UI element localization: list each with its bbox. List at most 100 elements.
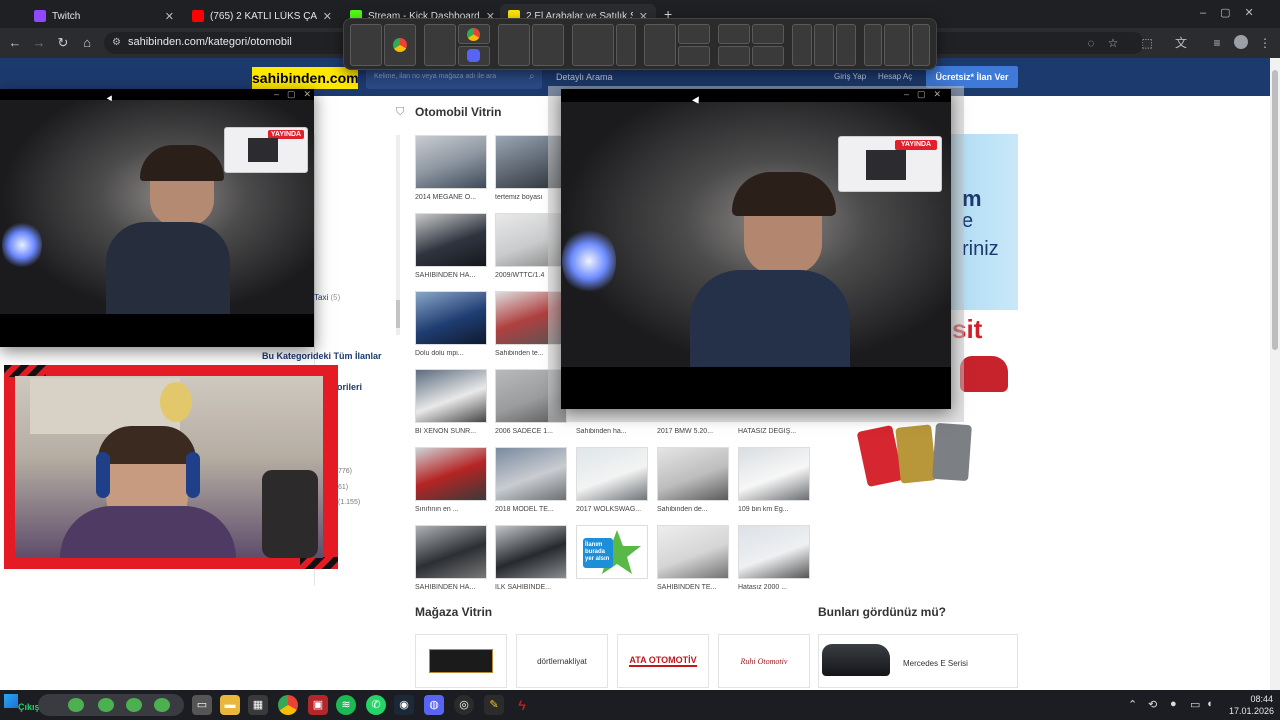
snap-zone[interactable] [424, 24, 456, 66]
all-listings-link[interactable]: Bu Kategorideki Tüm İlanlar [262, 351, 382, 361]
snap-zone[interactable] [644, 24, 676, 66]
category-scroll-thumb[interactable] [396, 300, 400, 328]
listing-item[interactable]: Bİ XENON SUNR... [415, 369, 491, 435]
file-explorer-icon[interactable]: ▬ [220, 695, 240, 715]
chevron-up-icon[interactable]: ⌃ [1128, 698, 1137, 711]
post-ad-button[interactable]: Ücretsiz* İlan Ver [926, 66, 1018, 88]
yayinda-badge: YAYINDA [895, 140, 937, 150]
listing-item[interactable]: SAHİBİNDEN TE... [657, 525, 733, 591]
register-link[interactable]: Hesap Aç [878, 72, 912, 81]
snap-zone[interactable] [678, 46, 710, 66]
snap-zone[interactable] [718, 46, 750, 66]
close-icon[interactable]: ✕ [165, 10, 174, 23]
store-logo: dörtlernakliyat [537, 656, 587, 666]
extensions-icon[interactable]: ⬚ [1140, 36, 1154, 50]
category-taxi[interactable]: Taxi (5) [314, 293, 340, 302]
obs-icon[interactable]: ◎ [454, 695, 474, 715]
spotify-icon[interactable]: ≋ [336, 695, 356, 715]
store-card[interactable]: ATA OTOMOTİV [617, 634, 709, 688]
url-text[interactable]: sahibinden.com/kategori/otomobil [128, 36, 292, 48]
snap-zone[interactable] [912, 24, 930, 66]
listing-title: 2018 MODEL TE... [495, 506, 554, 513]
listing-item[interactable]: SAHİBİNDEN HA... [415, 213, 491, 279]
lightning-app-icon[interactable]: ϟ [512, 695, 532, 715]
whatsapp-icon[interactable]: ✆ [366, 695, 386, 715]
site-info-icon[interactable]: ⚙ [112, 37, 121, 48]
listing-item[interactable]: 2018 MODEL TE... [495, 447, 571, 513]
chair [262, 470, 318, 558]
snap-zone[interactable] [884, 24, 910, 66]
search-icon[interactable]: ⌕ [529, 71, 535, 82]
snap-zone[interactable] [752, 46, 784, 66]
filter-icon[interactable]: ⛉ [396, 106, 404, 119]
snap-zone[interactable] [532, 24, 564, 66]
category-count: (5) [330, 293, 341, 302]
snap-zone[interactable] [350, 24, 382, 66]
microphone-icon[interactable]: ● [1170, 698, 1177, 710]
display-icon[interactable]: ▭ [1190, 698, 1200, 711]
listing-item[interactable]: Sahibinden de... [657, 447, 733, 513]
snap-zone[interactable] [752, 24, 784, 44]
bookmark-star-icon[interactable]: ☆ [1106, 36, 1120, 50]
discord-icon[interactable]: ◍ [424, 695, 444, 715]
snap-zone[interactable] [498, 24, 530, 66]
close-icon[interactable]: ✕ [323, 10, 332, 23]
tab-twitch[interactable]: Twitch ✕ [26, 4, 182, 28]
listing-item[interactable]: Dolu dolu mpi... [415, 291, 491, 357]
login-link[interactable]: Giriş Yap [834, 72, 866, 81]
windows-start-icon[interactable] [4, 694, 18, 708]
clock-time[interactable]: 08:44 [1229, 694, 1273, 704]
detailed-search-link[interactable]: Detaylı Arama [556, 72, 613, 82]
snap-zone[interactable] [572, 24, 614, 66]
site-logo[interactable]: sahibinden.com [252, 67, 359, 89]
pip-window-controls[interactable]: –▢✕ [904, 89, 949, 100]
forward-icon[interactable]: → [30, 34, 48, 52]
chrome-icon[interactable] [278, 695, 298, 715]
listing-item[interactable]: İlanım burada yer alsın [576, 525, 652, 584]
store-card[interactable]: dörtlernakliyat [516, 634, 608, 688]
task-view-icon[interactable]: ▭ [192, 695, 212, 715]
snap-zone[interactable] [616, 24, 636, 66]
home-icon[interactable]: ⌂ [78, 34, 96, 52]
steam-icon[interactable]: ◉ [394, 695, 414, 715]
sync-icon[interactable]: ⟲ [1148, 698, 1157, 711]
youtube-icon [192, 10, 204, 22]
category-label: Taxi [314, 293, 329, 302]
eye-off-icon[interactable]: ◌ [1084, 36, 1098, 50]
window-controls[interactable]: –▢✕ [1200, 6, 1268, 19]
listing-item[interactable]: 109 bin km Eg... [738, 447, 814, 513]
listing-item[interactable]: 2017 WOLKSWAG... [576, 447, 652, 513]
snap-zone[interactable] [836, 24, 856, 66]
reload-icon[interactable]: ↻ [54, 34, 72, 52]
snap-zone[interactable] [814, 24, 834, 66]
back-icon[interactable]: ← [6, 34, 24, 52]
app-icon[interactable]: ✎ [484, 695, 504, 715]
store-icon[interactable]: ▦ [248, 695, 268, 715]
chrome-icon [467, 28, 480, 41]
store-logo [429, 649, 493, 673]
listing-item[interactable]: Sınıfının en ... [415, 447, 491, 513]
listing-item[interactable]: 2014 MEGANE O... [415, 135, 491, 201]
listing-item[interactable]: Hatasız 2000 ... [738, 525, 814, 591]
listing-item[interactable]: İLK SAHİBİNDE... [495, 525, 571, 591]
tab-youtube[interactable]: (765) 2 KATLI LÜKS ÇADIR! 9 A ✕ [184, 4, 340, 28]
snap-zone[interactable] [792, 24, 812, 66]
app-icon[interactable]: ▣ [308, 695, 328, 715]
translate-icon[interactable]: 文 [1174, 36, 1188, 50]
search-input[interactable]: Kelime, ilan no veya mağaza adı ile ara [366, 67, 542, 89]
store-card[interactable]: Ruhi Otomotiv [718, 634, 810, 688]
menu-icon[interactable]: ≡ [1210, 36, 1224, 50]
pip-window-controls[interactable]: –▢✕ [274, 89, 319, 100]
volume-icon[interactable]: ◖ [1206, 698, 1213, 710]
ilanim-badge-text: İlanım burada yer alsın [585, 542, 610, 562]
more-menu-icon[interactable]: ⋮ [1258, 36, 1272, 50]
page-scroll-thumb[interactable] [1272, 70, 1278, 350]
listing-item[interactable]: SAHİBİNDEN HA... [415, 525, 491, 591]
store-card[interactable] [415, 634, 507, 688]
profile-avatar[interactable] [1234, 35, 1248, 49]
favorites-link[interactable]: orileri [337, 382, 362, 392]
snap-zone[interactable] [678, 24, 710, 44]
clock-date[interactable]: 17.01.2026 [1222, 706, 1274, 716]
snap-zone[interactable] [718, 24, 750, 44]
snap-zone[interactable] [864, 24, 882, 66]
